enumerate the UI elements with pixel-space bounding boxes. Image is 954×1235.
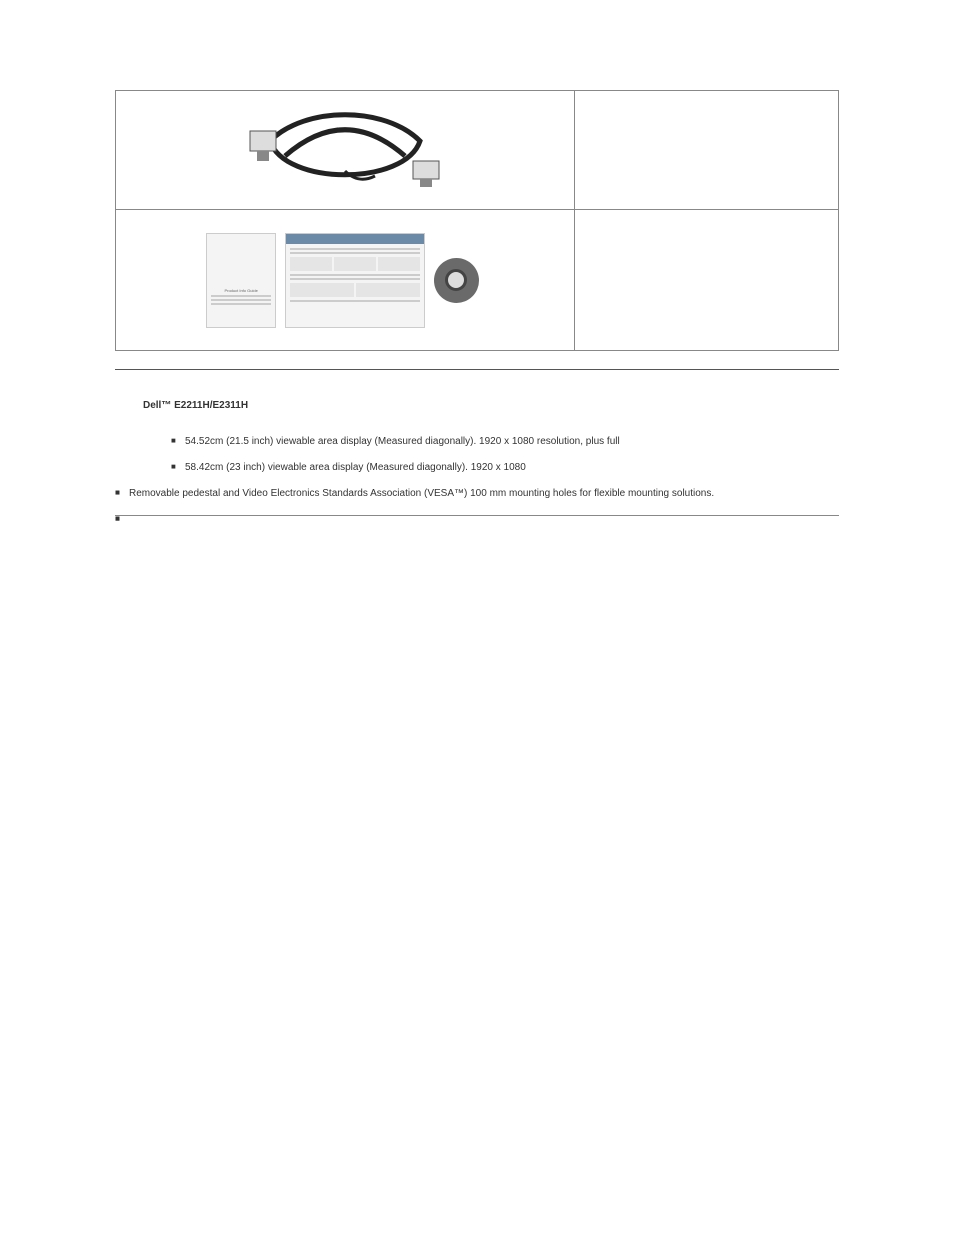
safety-guide-image: Product Info Guide [206,233,276,328]
product-model-heading: Dell™ E2211H/E2311H [143,400,839,411]
media-image-cell: Product Info Guide [116,210,575,351]
table-row [116,91,839,210]
package-contents-table: Product Info Guide [115,90,839,351]
list-item: 54.52cm (21.5 inch) viewable area displa… [171,435,839,449]
feature-text: 54.52cm (21.5 inch) viewable area displa… [185,436,620,447]
media-desc-cell [574,210,838,351]
section-divider [115,515,839,516]
list-item: 58.42cm (23 inch) viewable area display … [171,461,839,475]
feature-list: 54.52cm (21.5 inch) viewable area displa… [115,435,839,501]
cable-desc-cell [574,91,838,210]
section-divider [115,369,839,370]
dvi-cable-image [245,101,445,199]
quick-setup-guide-image [285,233,425,328]
table-row: Product Info Guide [116,210,839,351]
feature-text: Removable pedestal and Video Electronics… [129,488,714,499]
cable-image-cell [116,91,575,210]
list-item: Removable pedestal and Video Electronics… [115,487,839,501]
feature-text: 58.42cm (23 inch) viewable area display … [185,462,526,473]
drivers-disc-image [434,233,484,328]
